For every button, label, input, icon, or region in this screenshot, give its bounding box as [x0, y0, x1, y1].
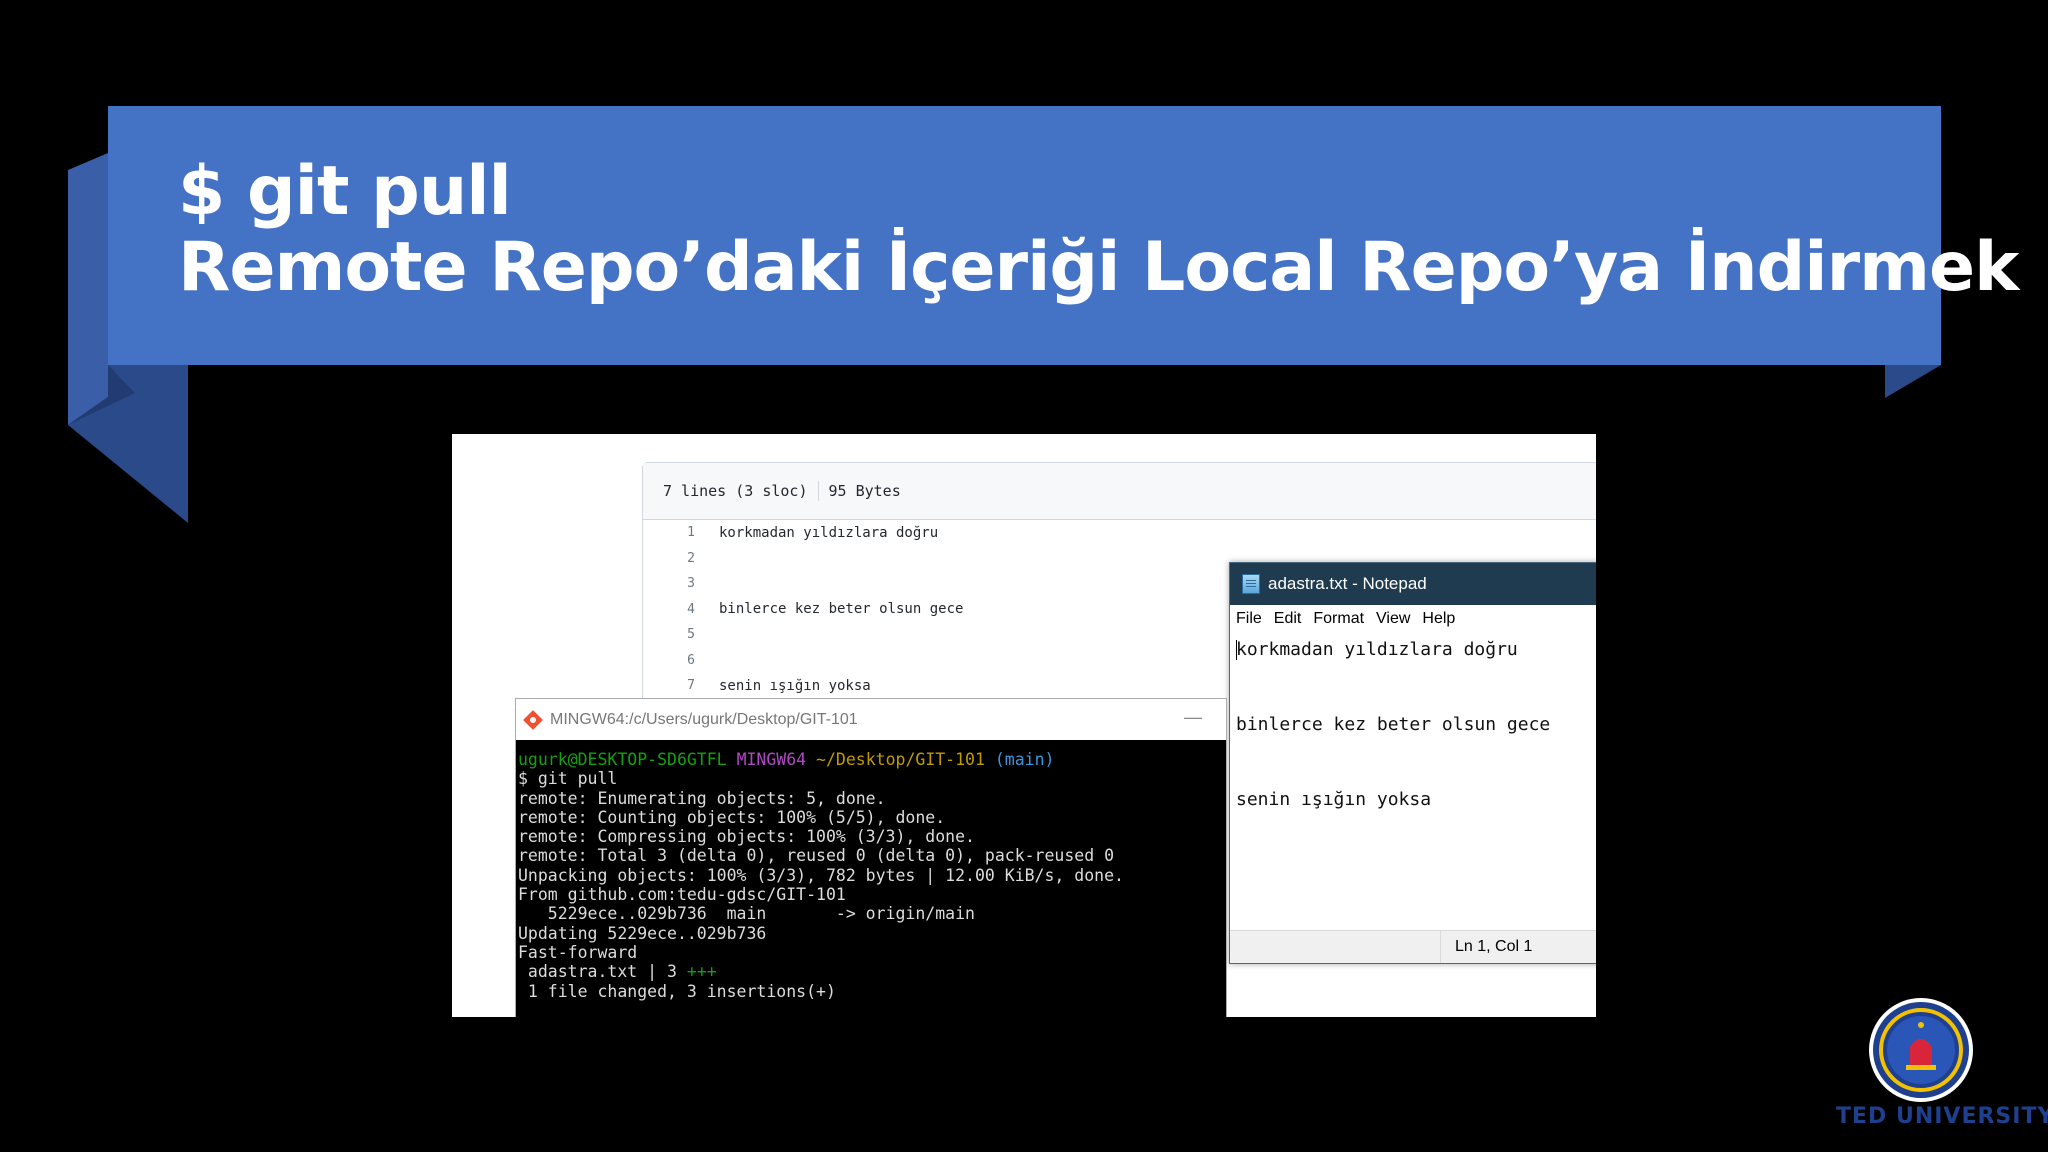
output-line: Unpacking objects: 100% (3/3), 782 bytes…	[518, 865, 1124, 885]
line-text: binlerce kez beter olsun gece	[719, 601, 964, 618]
command-line: $ git pull	[518, 769, 618, 789]
notepad-window: adastra.txt - Notepad File Edit Format V…	[1229, 562, 1596, 964]
terminal-title: MINGW64:/c/Users/ugurk/Desktop/GIT-101	[550, 710, 858, 728]
output-line: 5229ece..029b736 main -> origin/main	[518, 904, 975, 924]
output-line: Fast-forward	[518, 942, 638, 962]
line-number[interactable]: 7	[643, 678, 719, 693]
line-text: korkmadan yıldızlara doğru	[719, 524, 939, 541]
output-line: remote: Compressing objects: 100% (3/3),…	[518, 827, 975, 847]
diffstat-plus: +++	[686, 962, 717, 982]
line-number[interactable]: 5	[643, 627, 719, 642]
text-line-content: korkmadan yıldızlara doğru	[1236, 639, 1518, 660]
output-line: From github.com:tedu-gdsc/GIT-101	[518, 885, 846, 905]
line-number[interactable]: 6	[643, 653, 719, 668]
file-size-info: 95 Bytes	[828, 482, 901, 500]
title-subtitle: Remote Repo’daki İçeriği Local Repo’ya İ…	[178, 228, 2019, 307]
title-command: $ git pull	[178, 152, 512, 231]
menu-help[interactable]: Help	[1422, 610, 1455, 628]
text-line	[1236, 662, 1594, 687]
menu-view[interactable]: View	[1376, 610, 1410, 628]
summary-line: 1 file changed, 3 insertions(+)	[518, 981, 836, 1001]
output-line: Updating 5229ece..029b736	[518, 923, 767, 943]
code-line: 1 korkmadan yıldızlara doğru	[643, 520, 1596, 546]
terminal-output[interactable]: ugurk@DESKTOP-SD6GTFL MINGW64 ~/Desktop/…	[516, 740, 1226, 1001]
notepad-text-area[interactable]: korkmadan yıldızlara doğru binlerce kez …	[1230, 633, 1596, 816]
menu-format[interactable]: Format	[1313, 610, 1364, 628]
output-line: remote: Counting objects: 100% (5/5), do…	[518, 807, 946, 827]
slide-title: $ git pull Remote Repo’daki İçeriği Loca…	[178, 152, 2019, 307]
file-lines-info: 7 lines (3 sloc)	[663, 482, 808, 500]
text-line: senin ışığın yoksa	[1236, 789, 1432, 810]
notepad-statusbar: Ln 1, Col 1	[1230, 930, 1596, 963]
notepad-titlebar[interactable]: adastra.txt - Notepad	[1230, 563, 1596, 605]
screenshot-composite: 7 lines (3 sloc) 95 Bytes 1 korkmadan yıl…	[452, 434, 1596, 1017]
git-bash-window: MINGW64:/c/Users/ugurk/Desktop/GIT-101 —…	[515, 698, 1227, 1017]
text-line: korkmadan yıldızlara doğru	[1236, 637, 1594, 662]
output-line: remote: Total 3 (delta 0), reused 0 (del…	[518, 846, 1115, 866]
github-file-header: 7 lines (3 sloc) 95 Bytes	[643, 463, 1596, 520]
text-line	[1236, 762, 1594, 787]
prompt-env: MINGW64	[736, 750, 807, 769]
ted-university-logo	[1869, 998, 1973, 1102]
line-number[interactable]: 2	[643, 551, 719, 566]
prompt-user: ugurk@DESKTOP-SD6GTFL	[518, 750, 727, 769]
text-line	[1236, 737, 1594, 762]
git-logo-icon	[523, 709, 543, 730]
prompt-branch: (main)	[994, 750, 1055, 769]
notepad-icon	[1242, 574, 1260, 594]
text-line: binlerce kez beter olsun gece	[1236, 714, 1551, 735]
line-text: senin ışığın yoksa	[719, 677, 871, 694]
minimize-button[interactable]: —	[1184, 707, 1202, 728]
notepad-title: adastra.txt - Notepad	[1268, 574, 1427, 593]
title-banner: $ git pull Remote Repo’daki İçeriği Loca…	[108, 106, 2019, 365]
menu-file[interactable]: File	[1236, 610, 1262, 628]
line-number[interactable]: 1	[643, 525, 719, 540]
header-divider	[817, 481, 819, 501]
output-line: remote: Enumerating objects: 5, done.	[518, 788, 886, 808]
terminal-titlebar[interactable]: MINGW64:/c/Users/ugurk/Desktop/GIT-101 —	[516, 699, 1226, 740]
text-line	[1236, 687, 1594, 712]
prompt-path: ~/Desktop/GIT-101	[816, 750, 985, 769]
notepad-menubar: File Edit Format View Help	[1230, 605, 1596, 633]
diffstat-file: adastra.txt | 3	[518, 962, 687, 982]
ted-university-logo-text: TED UNIVERSITY	[1836, 1104, 2048, 1129]
menu-edit[interactable]: Edit	[1274, 610, 1302, 628]
cursor-position: Ln 1, Col 1	[1440, 931, 1532, 963]
line-number[interactable]: 4	[643, 602, 719, 617]
line-number[interactable]: 3	[643, 576, 719, 591]
